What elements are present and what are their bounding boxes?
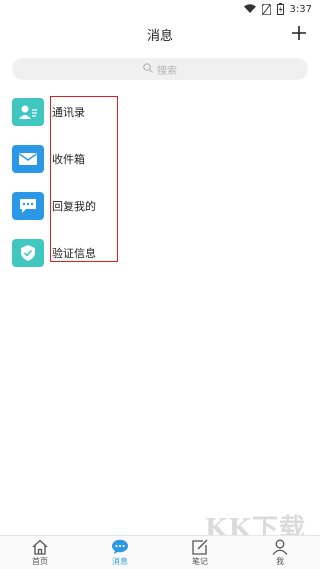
tab-label: 消息 [112,556,128,566]
battery-icon [276,3,284,15]
bottom-tab-bar: 首页 消息 笔记 我 [0,535,320,569]
search-icon [143,62,153,76]
add-button[interactable] [288,22,310,44]
home-icon [32,539,48,555]
tab-me[interactable]: 我 [240,536,320,569]
menu-item-label: 通讯录 [52,105,85,119]
app-header: 消息 [0,18,320,50]
menu-item-label: 回复我的 [52,199,96,213]
search-placeholder: 搜索 [157,65,177,77]
reply-chat-icon [12,191,44,220]
tab-label: 首页 [32,556,48,566]
edit-icon [192,539,208,555]
menu-item-inbox[interactable]: 收件箱 [0,135,320,182]
mail-icon [12,144,44,173]
menu-item-label: 验证信息 [52,246,96,260]
tab-notes[interactable]: 笔记 [160,536,240,569]
plus-icon [292,26,306,40]
menu-item-verification[interactable]: 验证信息 [0,229,320,276]
shield-icon [12,238,44,267]
chat-icon [112,539,128,554]
user-icon [272,539,288,555]
no-sim-icon [261,3,271,15]
tab-home[interactable]: 首页 [0,536,80,569]
page-title: 消息 [146,28,173,44]
tab-label: 我 [276,556,284,566]
status-time: 3:37 [289,3,312,15]
search-bar[interactable]: 搜索 [12,58,308,80]
tab-messages[interactable]: 消息 [80,536,160,569]
menu-item-contacts[interactable]: 通讯录 [0,88,320,135]
menu-item-label: 收件箱 [52,152,85,166]
contacts-icon [12,97,44,126]
tab-label: 笔记 [192,556,208,566]
menu-item-replies[interactable]: 回复我的 [0,182,320,229]
status-bar: 3:37 [0,0,320,18]
message-menu: 通讯录 收件箱 回复我的 验证信息 [0,88,320,276]
wifi-icon [243,4,256,14]
